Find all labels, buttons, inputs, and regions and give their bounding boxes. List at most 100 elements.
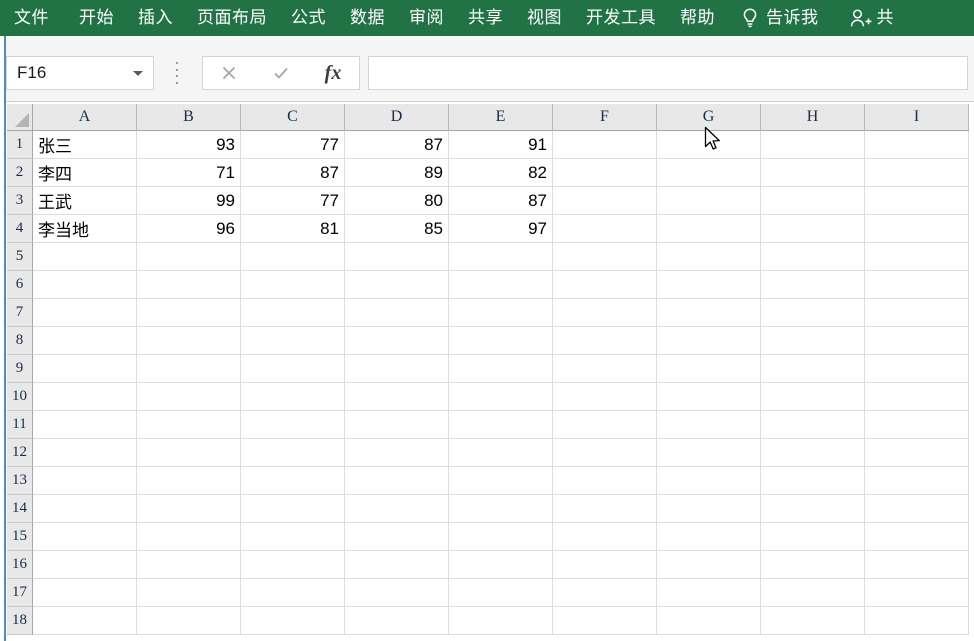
row-header-1[interactable]: 1	[7, 131, 33, 159]
cell-G15[interactable]	[657, 523, 761, 551]
cell-F15[interactable]	[553, 523, 657, 551]
cell-A16[interactable]	[33, 551, 137, 579]
cell-G12[interactable]	[657, 439, 761, 467]
tab-data[interactable]: 数据	[338, 0, 397, 36]
cell-I9[interactable]	[865, 355, 969, 383]
cell-C7[interactable]	[241, 299, 345, 327]
cell-C16[interactable]	[241, 551, 345, 579]
cell-D4[interactable]: 85	[345, 215, 449, 243]
cell-F11[interactable]	[553, 411, 657, 439]
cell-C10[interactable]	[241, 383, 345, 411]
cancel-formula-button[interactable]	[203, 57, 255, 89]
cell-F7[interactable]	[553, 299, 657, 327]
tab-insert[interactable]: 插入	[126, 0, 185, 36]
cell-A14[interactable]	[33, 495, 137, 523]
cell-H3[interactable]	[761, 187, 865, 215]
cell-H6[interactable]	[761, 271, 865, 299]
cell-B17[interactable]	[137, 579, 241, 607]
cell-F2[interactable]	[553, 159, 657, 187]
row-header-14[interactable]: 14	[7, 495, 33, 523]
cell-I17[interactable]	[865, 579, 969, 607]
cell-C6[interactable]	[241, 271, 345, 299]
cell-A12[interactable]	[33, 439, 137, 467]
cell-B8[interactable]	[137, 327, 241, 355]
tab-help[interactable]: 帮助	[668, 0, 727, 36]
tab-review[interactable]: 审阅	[397, 0, 456, 36]
cell-I12[interactable]	[865, 439, 969, 467]
chevron-down-icon[interactable]	[133, 70, 143, 76]
cell-I1[interactable]	[865, 131, 969, 159]
cell-D18[interactable]	[345, 607, 449, 635]
column-header-f[interactable]: F	[553, 104, 657, 130]
cell-A11[interactable]	[33, 411, 137, 439]
cell-F3[interactable]	[553, 187, 657, 215]
cell-F10[interactable]	[553, 383, 657, 411]
cell-D10[interactable]	[345, 383, 449, 411]
cell-D17[interactable]	[345, 579, 449, 607]
row-header-2[interactable]: 2	[7, 159, 33, 187]
cell-A9[interactable]	[33, 355, 137, 383]
cell-D8[interactable]	[345, 327, 449, 355]
cell-D9[interactable]	[345, 355, 449, 383]
cell-I16[interactable]	[865, 551, 969, 579]
row-header-4[interactable]: 4	[7, 215, 33, 243]
cell-E3[interactable]: 87	[449, 187, 553, 215]
tab-view[interactable]: 视图	[515, 0, 574, 36]
cell-I13[interactable]	[865, 467, 969, 495]
cell-D6[interactable]	[345, 271, 449, 299]
cell-H15[interactable]	[761, 523, 865, 551]
cell-D7[interactable]	[345, 299, 449, 327]
cell-E6[interactable]	[449, 271, 553, 299]
cell-E8[interactable]	[449, 327, 553, 355]
cell-I2[interactable]	[865, 159, 969, 187]
tab-share[interactable]: 共享	[456, 0, 515, 36]
cell-G8[interactable]	[657, 327, 761, 355]
cell-C4[interactable]: 81	[241, 215, 345, 243]
cell-I4[interactable]	[865, 215, 969, 243]
cell-H9[interactable]	[761, 355, 865, 383]
tab-file[interactable]: 文件	[0, 0, 67, 36]
cell-E10[interactable]	[449, 383, 553, 411]
column-header-b[interactable]: B	[137, 104, 241, 130]
cell-A3[interactable]: 王武	[33, 187, 137, 215]
cell-B7[interactable]	[137, 299, 241, 327]
cell-A17[interactable]	[33, 579, 137, 607]
cell-I8[interactable]	[865, 327, 969, 355]
cell-I10[interactable]	[865, 383, 969, 411]
cell-F8[interactable]	[553, 327, 657, 355]
cell-A13[interactable]	[33, 467, 137, 495]
cell-D14[interactable]	[345, 495, 449, 523]
cell-C14[interactable]	[241, 495, 345, 523]
cell-H11[interactable]	[761, 411, 865, 439]
cell-H1[interactable]	[761, 131, 865, 159]
row-header-10[interactable]: 10	[7, 383, 33, 411]
cell-F13[interactable]	[553, 467, 657, 495]
cell-B12[interactable]	[137, 439, 241, 467]
accept-formula-button[interactable]	[255, 57, 307, 89]
cell-G7[interactable]	[657, 299, 761, 327]
tab-developer[interactable]: 开发工具	[574, 0, 668, 36]
cell-D5[interactable]	[345, 243, 449, 271]
cell-B13[interactable]	[137, 467, 241, 495]
cell-B6[interactable]	[137, 271, 241, 299]
cell-E12[interactable]	[449, 439, 553, 467]
cell-I11[interactable]	[865, 411, 969, 439]
cell-F18[interactable]	[553, 607, 657, 635]
cell-C15[interactable]	[241, 523, 345, 551]
cell-D3[interactable]: 80	[345, 187, 449, 215]
cell-D15[interactable]	[345, 523, 449, 551]
cell-E17[interactable]	[449, 579, 553, 607]
cell-F17[interactable]	[553, 579, 657, 607]
cell-H2[interactable]	[761, 159, 865, 187]
column-header-e[interactable]: E	[449, 104, 553, 130]
row-header-5[interactable]: 5	[7, 243, 33, 271]
cell-G18[interactable]	[657, 607, 761, 635]
cell-G2[interactable]	[657, 159, 761, 187]
cell-E2[interactable]: 82	[449, 159, 553, 187]
row-header-7[interactable]: 7	[7, 299, 33, 327]
row-header-16[interactable]: 16	[7, 551, 33, 579]
cell-B18[interactable]	[137, 607, 241, 635]
cell-G11[interactable]	[657, 411, 761, 439]
cell-A2[interactable]: 李四	[33, 159, 137, 187]
cell-E11[interactable]	[449, 411, 553, 439]
